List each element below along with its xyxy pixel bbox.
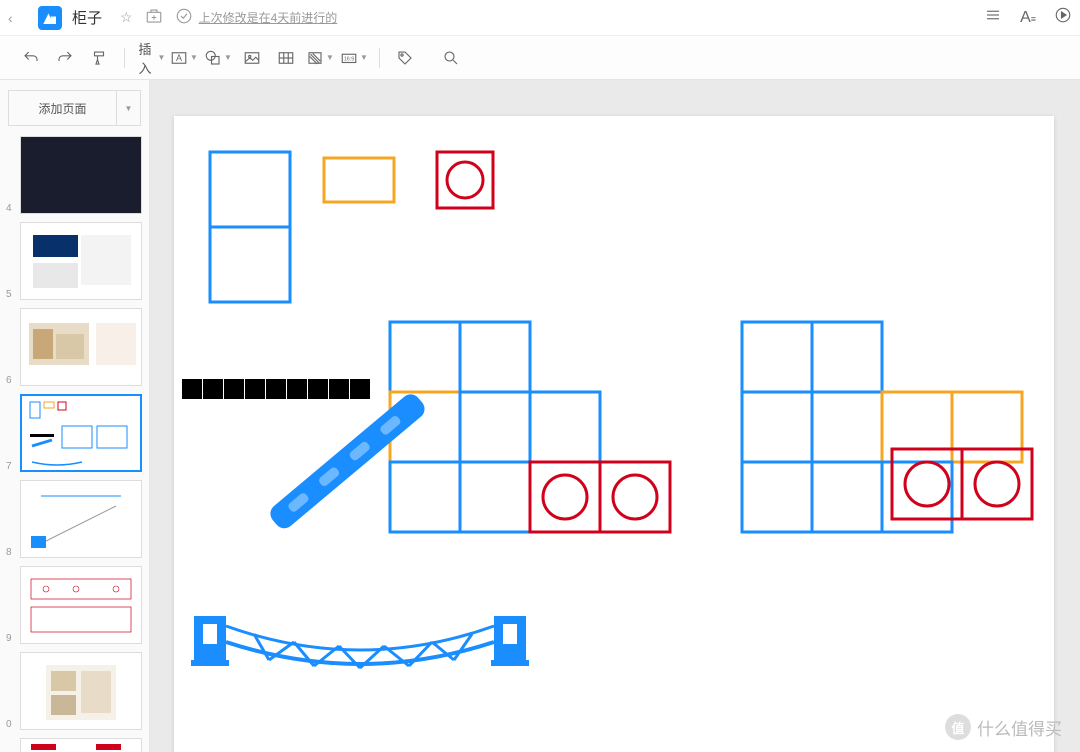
svg-text:16:9: 16:9 [344, 56, 354, 62]
format-painter-button[interactable] [84, 43, 114, 73]
image-button[interactable] [237, 43, 267, 73]
thumb-number: 5 [6, 289, 16, 300]
svg-text:A: A [176, 53, 182, 63]
title-bar: ‹ 柜子 ☆ 上次修改是在4天前进行的 A≡ [0, 0, 1080, 36]
add-page-label: 添加页面 [9, 100, 116, 117]
undo-button[interactable] [16, 43, 46, 73]
canvas-area[interactable] [150, 80, 1080, 752]
app-logo[interactable] [38, 6, 62, 30]
aspect-ratio-button[interactable]: 16:9▼ [339, 43, 369, 73]
thumb-number: 9 [6, 633, 16, 644]
folder-icon[interactable] [145, 7, 163, 28]
insert-label: 插入 [139, 39, 152, 77]
add-page-button[interactable]: 添加页面 ▼ [8, 90, 141, 126]
search-button[interactable] [436, 43, 466, 73]
slide-sidebar: 添加页面 ▼ 4 5 6 7 8 9 0 [0, 80, 150, 752]
thumb-number: 7 [6, 461, 16, 472]
text-box-button[interactable]: A▼ [169, 43, 199, 73]
slide-thumbnail[interactable] [20, 738, 142, 752]
slide-thumbnail-active[interactable] [20, 394, 142, 472]
menu-icon[interactable] [984, 6, 1002, 29]
star-icon[interactable]: ☆ [120, 9, 133, 26]
slide-thumbnail[interactable] [20, 566, 142, 644]
slide-thumbnail[interactable] [20, 136, 142, 214]
insert-button[interactable]: 插入 ▼ [135, 43, 165, 73]
last-modified-text[interactable]: 上次修改是在4天前进行的 [199, 9, 338, 26]
background-button[interactable]: ▼ [305, 43, 335, 73]
document-title[interactable]: 柜子 [72, 7, 102, 28]
thumb-number: 4 [6, 203, 16, 214]
slide-thumbnail[interactable] [20, 222, 142, 300]
shape-button[interactable]: ▼ [203, 43, 233, 73]
tag-button[interactable] [390, 43, 420, 73]
redo-button[interactable] [50, 43, 80, 73]
table-button[interactable] [271, 43, 301, 73]
thumb-number: 6 [6, 375, 16, 386]
watermark-text: 什么值得买 [977, 715, 1062, 740]
thumbnail-list: 4 5 6 7 8 9 0 [0, 132, 149, 752]
slide-thumbnail[interactable] [20, 652, 142, 730]
text-settings-icon[interactable]: A≡ [1020, 9, 1036, 27]
check-icon [175, 7, 193, 28]
thumb-number: 0 [6, 719, 16, 730]
slide-thumbnail[interactable] [20, 480, 142, 558]
slide-thumbnail[interactable] [20, 308, 142, 386]
toolbar: 插入 ▼ A▼ ▼ ▼ 16:9▼ [0, 36, 1080, 80]
slide-canvas[interactable] [174, 116, 1054, 752]
watermark: 值 什么值得买 [945, 714, 1062, 740]
play-icon[interactable] [1054, 6, 1072, 29]
back-button[interactable]: ‹ [8, 10, 28, 26]
add-page-caret[interactable]: ▼ [116, 91, 140, 125]
watermark-badge: 值 [945, 714, 971, 740]
thumb-number: 8 [6, 547, 16, 558]
